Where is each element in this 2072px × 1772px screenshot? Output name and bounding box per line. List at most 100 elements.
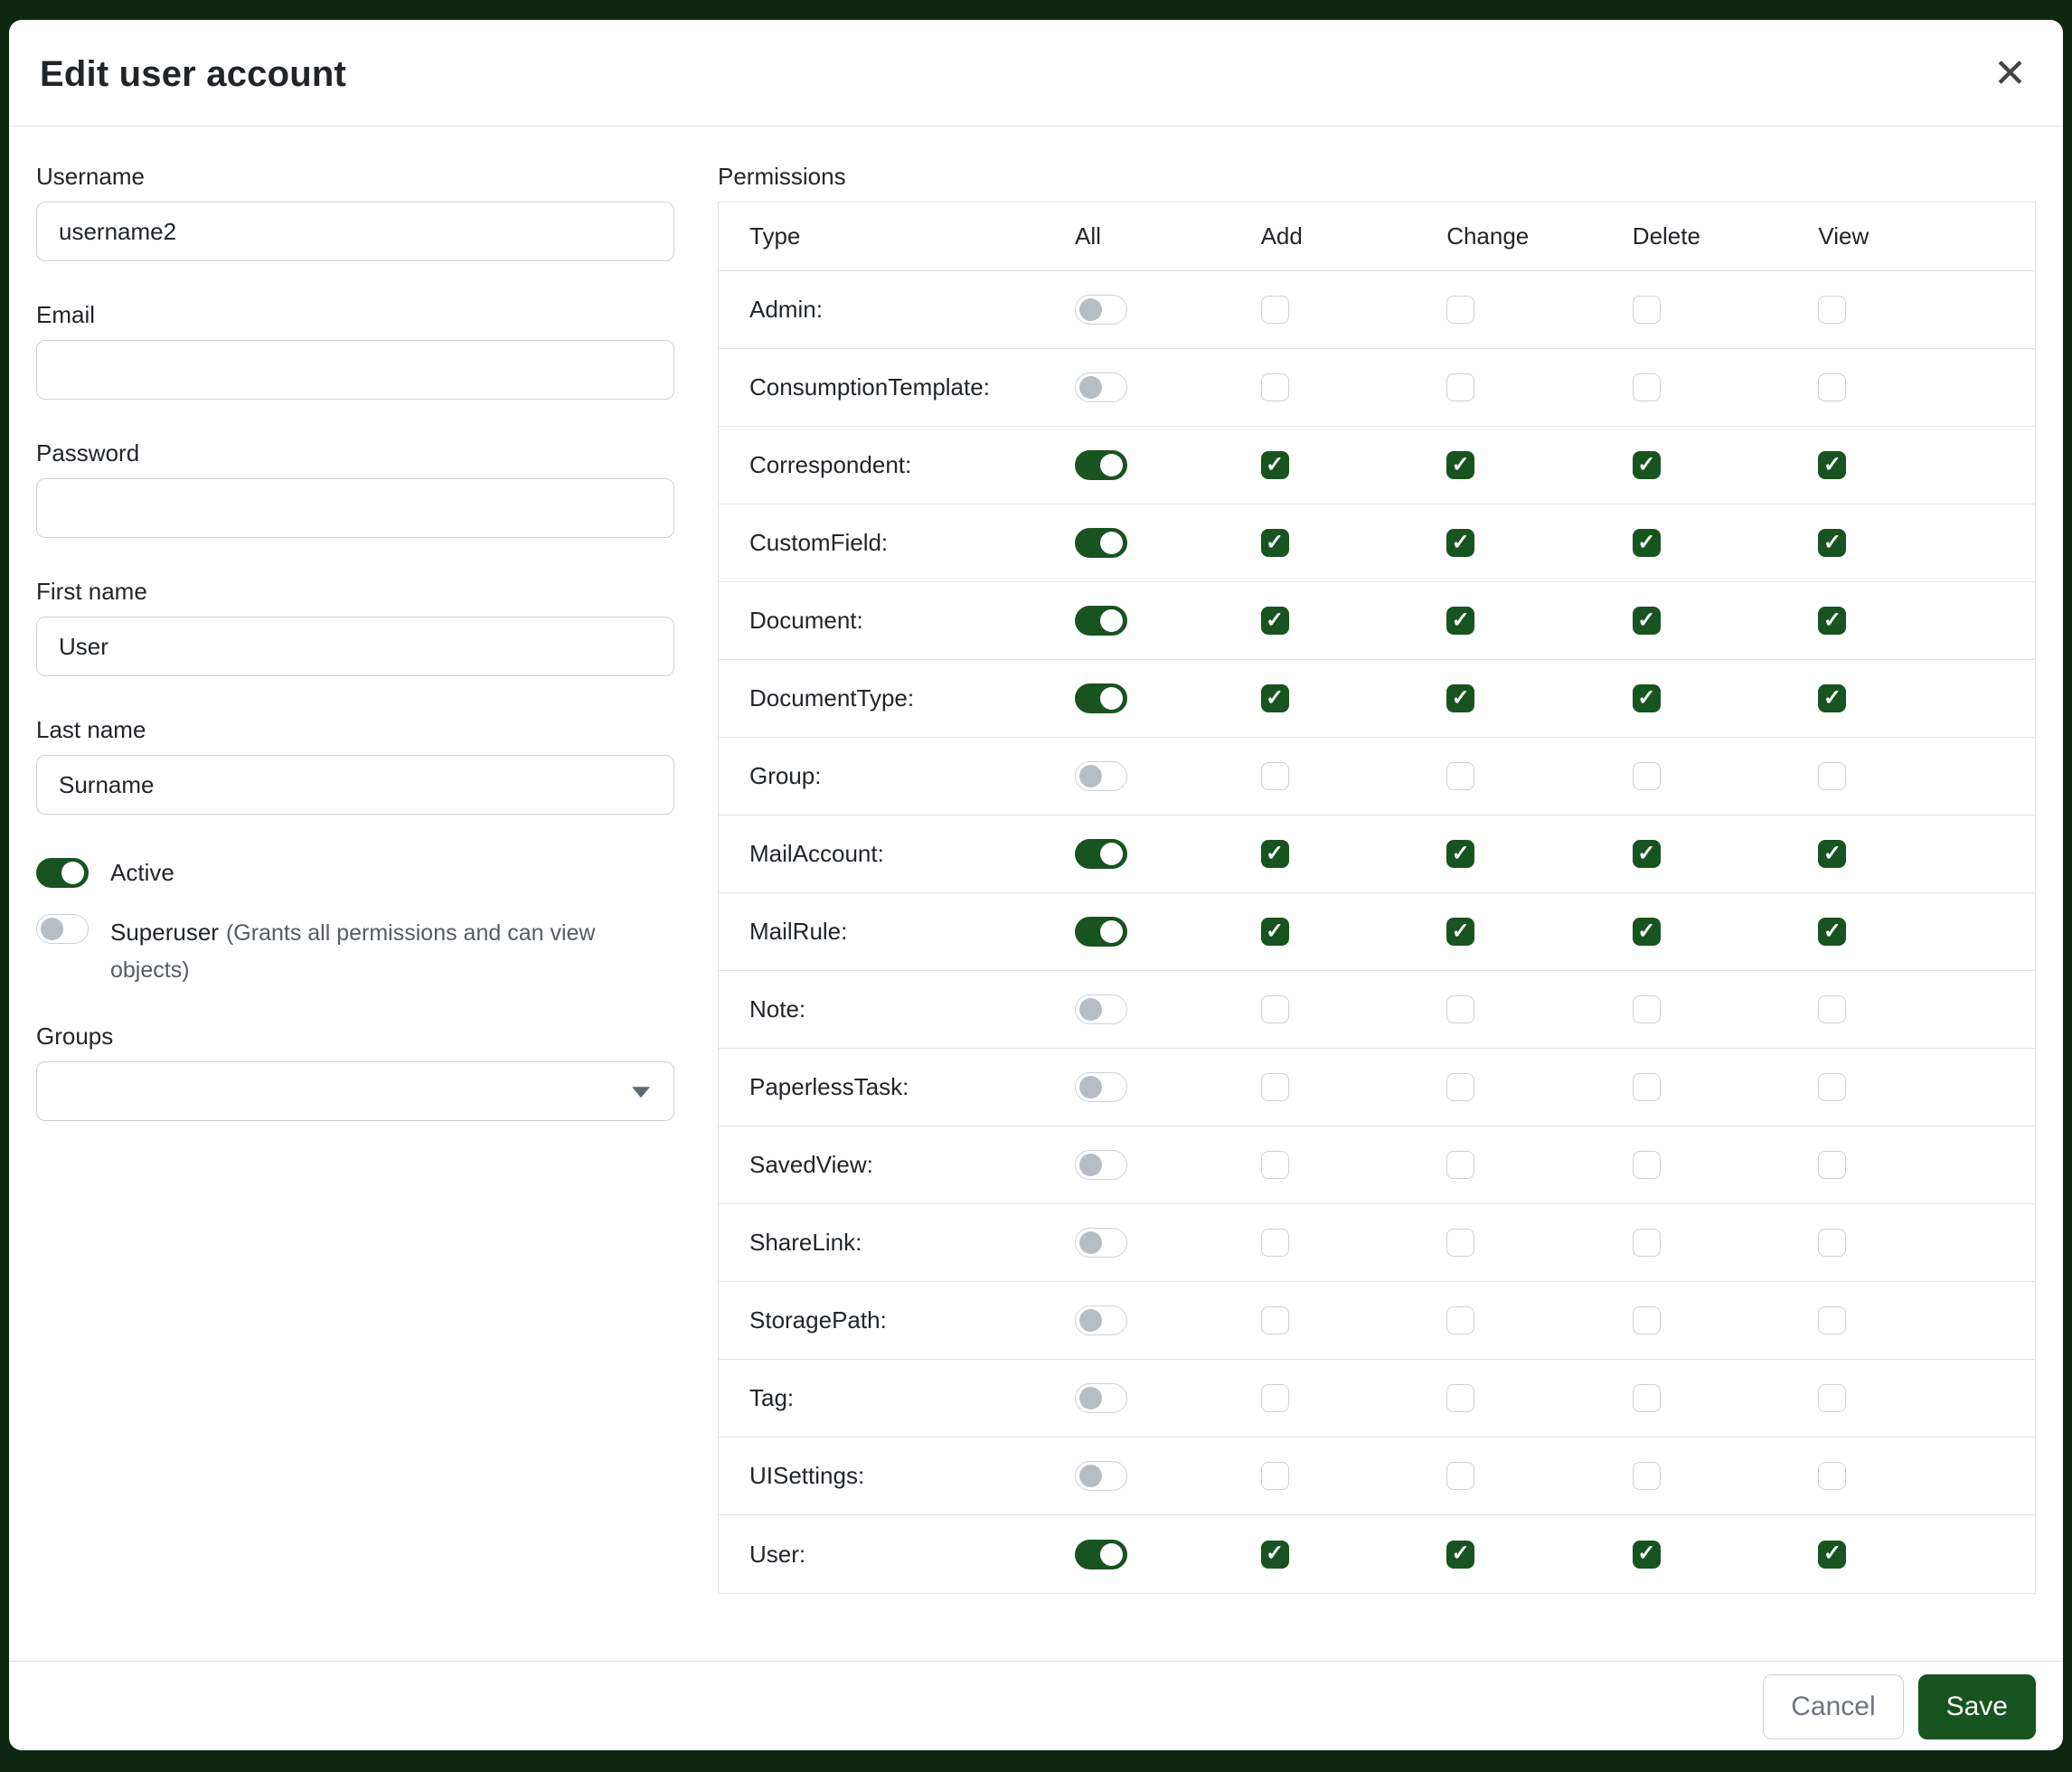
change-checkbox[interactable] [1446,1462,1474,1490]
change-checkbox[interactable] [1446,451,1474,479]
delete-checkbox[interactable] [1633,1306,1661,1334]
email-input[interactable] [36,340,674,400]
change-checkbox[interactable] [1446,529,1474,557]
all-toggle[interactable] [1075,1072,1127,1102]
all-toggle[interactable] [1075,528,1127,558]
cancel-button[interactable]: Cancel [1763,1674,1903,1739]
delete-checkbox[interactable] [1633,451,1661,479]
delete-checkbox[interactable] [1633,1541,1661,1569]
change-checkbox[interactable] [1446,1151,1474,1179]
view-checkbox[interactable] [1818,296,1846,324]
add-checkbox[interactable] [1261,918,1289,946]
first-name-input[interactable] [36,617,674,676]
all-toggle[interactable] [1075,839,1127,869]
add-checkbox[interactable] [1261,1462,1289,1490]
groups-select[interactable] [36,1061,674,1121]
add-checkbox[interactable] [1261,451,1289,479]
active-toggle[interactable] [36,858,89,888]
add-checkbox[interactable] [1261,1384,1289,1412]
all-toggle[interactable] [1075,1540,1127,1569]
delete-checkbox[interactable] [1633,762,1661,790]
delete-checkbox[interactable] [1633,373,1661,401]
username-label: Username [36,163,674,191]
add-checkbox[interactable] [1261,296,1289,324]
view-checkbox[interactable] [1818,840,1846,868]
change-checkbox[interactable] [1446,1229,1474,1257]
delete-checkbox[interactable] [1633,1384,1661,1412]
change-checkbox[interactable] [1446,840,1474,868]
delete-checkbox[interactable] [1633,995,1661,1023]
all-toggle[interactable] [1075,1383,1127,1413]
view-checkbox[interactable] [1818,1462,1846,1490]
change-checkbox[interactable] [1446,1073,1474,1101]
all-toggle[interactable] [1075,295,1127,325]
add-checkbox[interactable] [1261,1541,1289,1569]
change-checkbox[interactable] [1446,918,1474,946]
add-checkbox[interactable] [1261,762,1289,790]
view-checkbox[interactable] [1818,918,1846,946]
all-toggle[interactable] [1075,372,1127,402]
change-checkbox[interactable] [1446,296,1474,324]
add-checkbox[interactable] [1261,684,1289,712]
delete-checkbox[interactable] [1633,840,1661,868]
all-toggle[interactable] [1075,761,1127,791]
save-button[interactable]: Save [1918,1674,2036,1739]
add-checkbox[interactable] [1261,840,1289,868]
all-toggle[interactable] [1075,994,1127,1024]
delete-checkbox[interactable] [1633,529,1661,557]
change-checkbox[interactable] [1446,1306,1474,1334]
delete-checkbox[interactable] [1633,1462,1661,1490]
change-checkbox[interactable] [1446,607,1474,635]
delete-checkbox[interactable] [1633,607,1661,635]
toggle-knob [1100,920,1123,943]
username-input[interactable] [36,202,674,261]
view-checkbox[interactable] [1818,1229,1846,1257]
view-checkbox[interactable] [1818,1306,1846,1334]
all-toggle[interactable] [1075,683,1127,713]
add-checkbox[interactable] [1261,995,1289,1023]
delete-checkbox[interactable] [1633,918,1661,946]
change-checkbox[interactable] [1446,1541,1474,1569]
add-checkbox[interactable] [1261,373,1289,401]
all-toggle[interactable] [1075,606,1127,636]
delete-checkbox[interactable] [1633,684,1661,712]
view-checkbox[interactable] [1818,607,1846,635]
view-checkbox[interactable] [1818,1073,1846,1101]
change-checkbox[interactable] [1446,684,1474,712]
add-checkbox[interactable] [1261,607,1289,635]
password-input[interactable] [36,478,674,538]
all-toggle[interactable] [1075,1305,1127,1335]
delete-checkbox[interactable] [1633,1151,1661,1179]
view-checkbox[interactable] [1818,762,1846,790]
change-checkbox[interactable] [1446,373,1474,401]
all-toggle[interactable] [1075,450,1127,480]
add-checkbox[interactable] [1261,1229,1289,1257]
close-icon[interactable]: ✕ [1988,54,2032,94]
change-checkbox[interactable] [1446,762,1474,790]
view-checkbox[interactable] [1818,1541,1846,1569]
delete-checkbox[interactable] [1633,1073,1661,1101]
view-checkbox[interactable] [1818,451,1846,479]
view-checkbox[interactable] [1818,529,1846,557]
all-toggle[interactable] [1075,1228,1127,1258]
view-checkbox[interactable] [1818,1384,1846,1412]
add-checkbox[interactable] [1261,1151,1289,1179]
all-toggle[interactable] [1075,917,1127,947]
view-checkbox[interactable] [1818,1151,1846,1179]
add-checkbox[interactable] [1261,1073,1289,1101]
permission-type-label: User: [749,1541,1075,1569]
permission-row: MailAccount: [719,815,2035,893]
delete-checkbox[interactable] [1633,296,1661,324]
change-checkbox[interactable] [1446,1384,1474,1412]
view-checkbox[interactable] [1818,684,1846,712]
all-toggle[interactable] [1075,1461,1127,1491]
change-checkbox[interactable] [1446,995,1474,1023]
view-checkbox[interactable] [1818,995,1846,1023]
add-checkbox[interactable] [1261,1306,1289,1334]
all-toggle[interactable] [1075,1150,1127,1180]
last-name-input[interactable] [36,755,674,815]
delete-checkbox[interactable] [1633,1229,1661,1257]
view-checkbox[interactable] [1818,373,1846,401]
superuser-toggle[interactable] [36,914,89,944]
add-checkbox[interactable] [1261,529,1289,557]
